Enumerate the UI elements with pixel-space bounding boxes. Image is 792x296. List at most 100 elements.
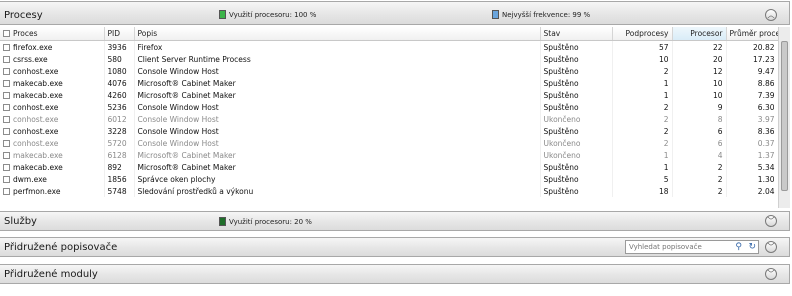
process-name-cell: perfmon.exe	[0, 185, 105, 197]
row-checkbox[interactable]	[3, 163, 10, 171]
state-cell: Spuštěno	[540, 77, 613, 89]
row-checkbox[interactable]	[3, 79, 10, 87]
state-cell: Spuštěno	[540, 173, 613, 185]
refresh-icon[interactable]: ↻	[748, 242, 756, 252]
process-name-cell: conhost.exe	[0, 113, 105, 125]
column-header-pid[interactable]: PID	[104, 27, 135, 41]
cpu-usage-indicator: Využití procesoru: 100 %	[219, 10, 316, 19]
table-row[interactable]: makecab.exe 4076 Microsoft® Cabinet Maker S…	[0, 77, 778, 89]
column-header-popis[interactable]: Popis	[134, 27, 541, 41]
state-cell: Spuštěno	[540, 89, 613, 101]
process-name-cell: makecab.exe	[0, 89, 105, 101]
pid-cell: 4260	[104, 89, 135, 101]
row-checkbox[interactable]	[3, 151, 10, 159]
description-cell: Console Window Host	[134, 101, 541, 113]
process-name-cell: csrss.exe	[0, 53, 105, 65]
description-cell: Firefox	[134, 40, 541, 53]
table-row[interactable]: perfmon.exe 5748 Sledování prostředků a vý…	[0, 185, 778, 197]
cpu-cell: 10	[672, 77, 727, 89]
avg-cpu-cell: 7.39	[726, 89, 778, 101]
associated-handles-header[interactable]: Přidružené popisovače ⚲ ↻ ﹀	[0, 237, 790, 257]
chevron-down-icon[interactable]: ﹀	[765, 215, 777, 227]
search-icon[interactable]: ⚲	[735, 242, 742, 252]
table-row[interactable]: conhost.exe 3228 Console Window Host Spuště…	[0, 125, 778, 137]
avg-cpu-cell: 5.34	[726, 161, 778, 173]
process-name-cell: conhost.exe	[0, 125, 105, 137]
table-row[interactable]: conhost.exe 5720 Console Window Host Ukonče…	[0, 137, 778, 149]
process-name-cell: firefox.exe	[0, 40, 105, 53]
row-checkbox[interactable]	[3, 127, 10, 135]
row-checkbox[interactable]	[3, 187, 10, 195]
table-row[interactable]: conhost.exe 5236 Console Window Host Spuště…	[0, 101, 778, 113]
threads-cell: 5	[612, 173, 673, 185]
table-row[interactable]: csrss.exe 580 Client Server Runtime Proces…	[0, 53, 778, 65]
column-header-prumer-procesoru[interactable]: Průměr proces...	[726, 27, 778, 41]
vertical-scrollbar[interactable]	[778, 27, 790, 208]
threads-cell: 18	[612, 185, 673, 197]
associated-modules-header[interactable]: Přidružené moduly ﹀	[0, 264, 790, 284]
avg-cpu-cell: 17.23	[726, 53, 778, 65]
services-cpu-swatch	[219, 217, 226, 226]
row-checkbox[interactable]	[3, 91, 10, 99]
processes-header[interactable]: Procesy Využití procesoru: 100 % Nejvyšš…	[0, 1, 790, 25]
process-name-cell: conhost.exe	[0, 101, 105, 113]
process-name-cell: makecab.exe	[0, 149, 105, 161]
cpu-cell: 4	[672, 149, 727, 161]
column-header-proces[interactable]: Proces	[0, 27, 105, 41]
chevron-up-icon[interactable]: ︿	[765, 9, 777, 21]
avg-cpu-cell: 8.86	[726, 77, 778, 89]
row-checkbox[interactable]	[3, 103, 10, 111]
table-row[interactable]: makecab.exe 4260 Microsoft® Cabinet Maker S…	[0, 89, 778, 101]
cpu-cell: 12	[672, 65, 727, 77]
avg-cpu-cell: 1.37	[726, 149, 778, 161]
row-checkbox[interactable]	[3, 139, 10, 147]
column-header-podprocesy[interactable]: Podprocesy	[612, 27, 673, 41]
process-name-cell: makecab.exe	[0, 161, 105, 173]
cpu-cell: 2	[672, 173, 727, 185]
cpu-usage-text: Využití procesoru: 100 %	[229, 11, 317, 19]
avg-cpu-cell: 1.30	[726, 173, 778, 185]
row-checkbox[interactable]	[3, 175, 10, 183]
cpu-cell: 9	[672, 101, 727, 113]
max-frequency-text: Nejvyšší frekvence: 99 %	[502, 11, 591, 19]
cpu-cell: 22	[672, 40, 727, 53]
scrollbar-thumb[interactable]	[781, 41, 788, 191]
description-cell: Sledování prostředků a výkonu	[134, 185, 541, 197]
row-checkbox[interactable]	[3, 67, 10, 75]
description-cell: Microsoft® Cabinet Maker	[134, 149, 541, 161]
cpu-cell: 6	[672, 137, 727, 149]
column-header-stav[interactable]: Stav	[540, 27, 613, 41]
table-row[interactable]: dwm.exe 1856 Správce oken plochy Spuštěno 5 2…	[0, 173, 778, 185]
avg-cpu-cell: 9.47	[726, 65, 778, 77]
services-header[interactable]: Služby Využití procesoru: 20 % ﹀	[0, 211, 790, 231]
row-checkbox[interactable]	[3, 55, 10, 63]
table-row[interactable]: conhost.exe 6012 Console Window Host Ukonče…	[0, 113, 778, 125]
state-cell: Spuštěno	[540, 185, 613, 197]
table-row[interactable]: conhost.exe 1080 Console Window Host Spuště…	[0, 65, 778, 77]
chevron-down-icon[interactable]: ﹀	[765, 241, 777, 253]
description-cell: Console Window Host	[134, 137, 541, 149]
row-checkbox[interactable]	[3, 115, 10, 123]
table-row[interactable]: firefox.exe 3936 Firefox Spuštěno 57 22 20.82	[0, 40, 778, 53]
pid-cell: 892	[104, 161, 135, 173]
table-row[interactable]: makecab.exe 6128 Microsoft® Cabinet Maker U…	[0, 149, 778, 161]
table-header-row: Proces PID Popis Stav Podprocesy Proceso…	[0, 27, 778, 41]
pid-cell: 580	[104, 53, 135, 65]
threads-cell: 1	[612, 149, 673, 161]
threads-cell: 10	[612, 53, 673, 65]
avg-cpu-cell: 20.82	[726, 40, 778, 53]
select-all-checkbox[interactable]	[3, 30, 10, 37]
handle-search-input[interactable]	[626, 241, 728, 253]
chevron-down-icon[interactable]: ﹀	[765, 268, 777, 280]
pid-cell: 1856	[104, 173, 135, 185]
row-checkbox[interactable]	[3, 43, 10, 51]
pid-cell: 6128	[104, 149, 135, 161]
state-cell: Spuštěno	[540, 53, 613, 65]
table-row[interactable]: makecab.exe 892 Microsoft® Cabinet Maker Sp…	[0, 161, 778, 173]
cpu-cell: 10	[672, 89, 727, 101]
column-header-procesor[interactable]: Procesor	[672, 27, 727, 41]
threads-cell: 1	[612, 77, 673, 89]
pid-cell: 5236	[104, 101, 135, 113]
process-name-cell: conhost.exe	[0, 65, 105, 77]
threads-cell: 2	[612, 137, 673, 149]
